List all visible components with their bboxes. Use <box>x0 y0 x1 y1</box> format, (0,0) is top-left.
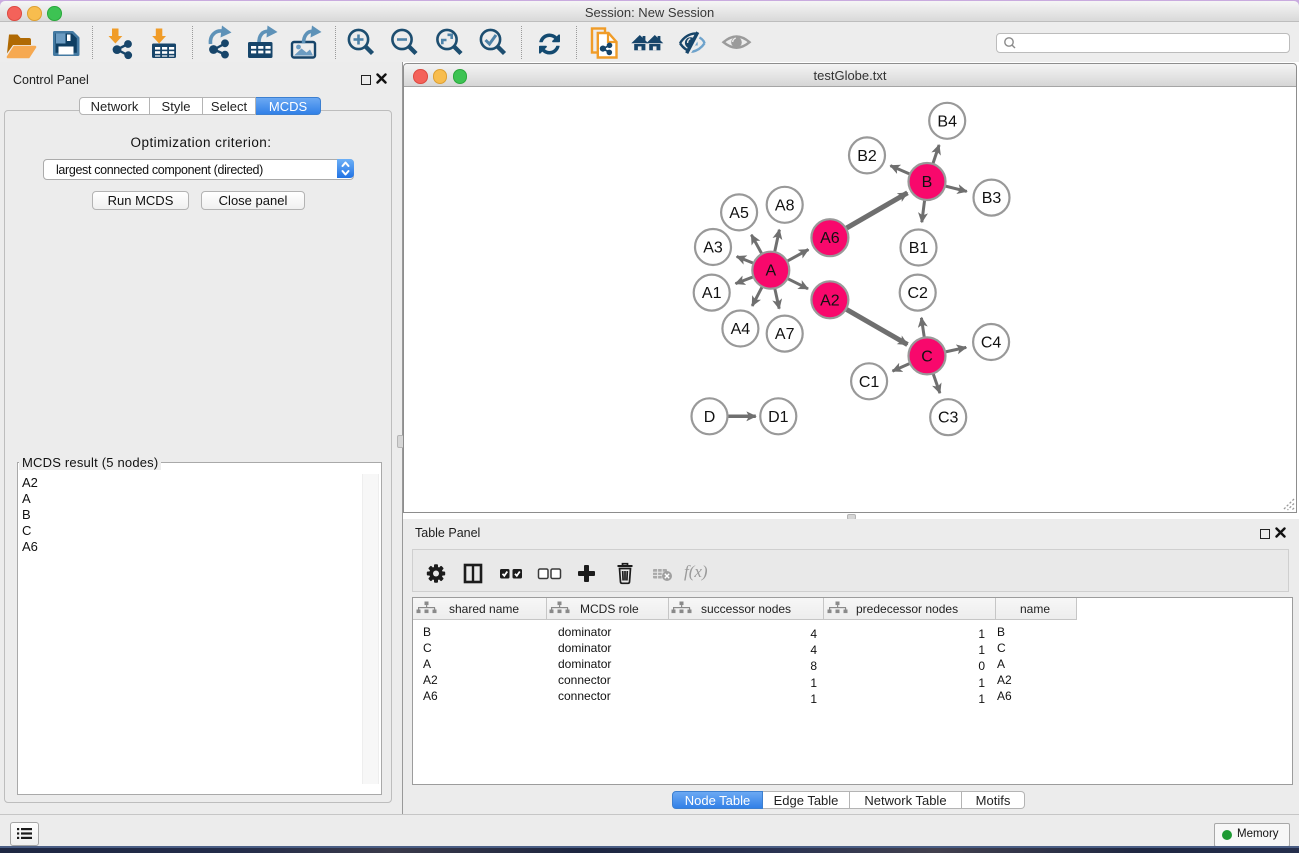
svg-text:A5: A5 <box>729 205 749 222</box>
svg-text:A8: A8 <box>775 197 795 214</box>
svg-text:B3: B3 <box>982 190 1002 207</box>
svg-text:A4: A4 <box>731 321 751 338</box>
svg-text:A2: A2 <box>820 292 840 309</box>
svg-text:A1: A1 <box>702 285 722 302</box>
svg-text:C3: C3 <box>938 410 959 427</box>
svg-text:A7: A7 <box>775 326 795 343</box>
svg-text:A6: A6 <box>820 230 840 247</box>
svg-text:B: B <box>922 174 933 191</box>
svg-text:A: A <box>765 263 776 280</box>
svg-text:C1: C1 <box>859 374 880 391</box>
svg-text:B4: B4 <box>937 113 957 130</box>
svg-text:C4: C4 <box>981 335 1002 352</box>
svg-text:C: C <box>921 348 933 365</box>
svg-text:D: D <box>704 409 716 426</box>
svg-text:A3: A3 <box>703 240 723 257</box>
svg-text:D1: D1 <box>768 409 789 426</box>
svg-text:B1: B1 <box>909 240 929 257</box>
svg-text:C2: C2 <box>907 285 928 302</box>
svg-text:B2: B2 <box>857 148 877 165</box>
